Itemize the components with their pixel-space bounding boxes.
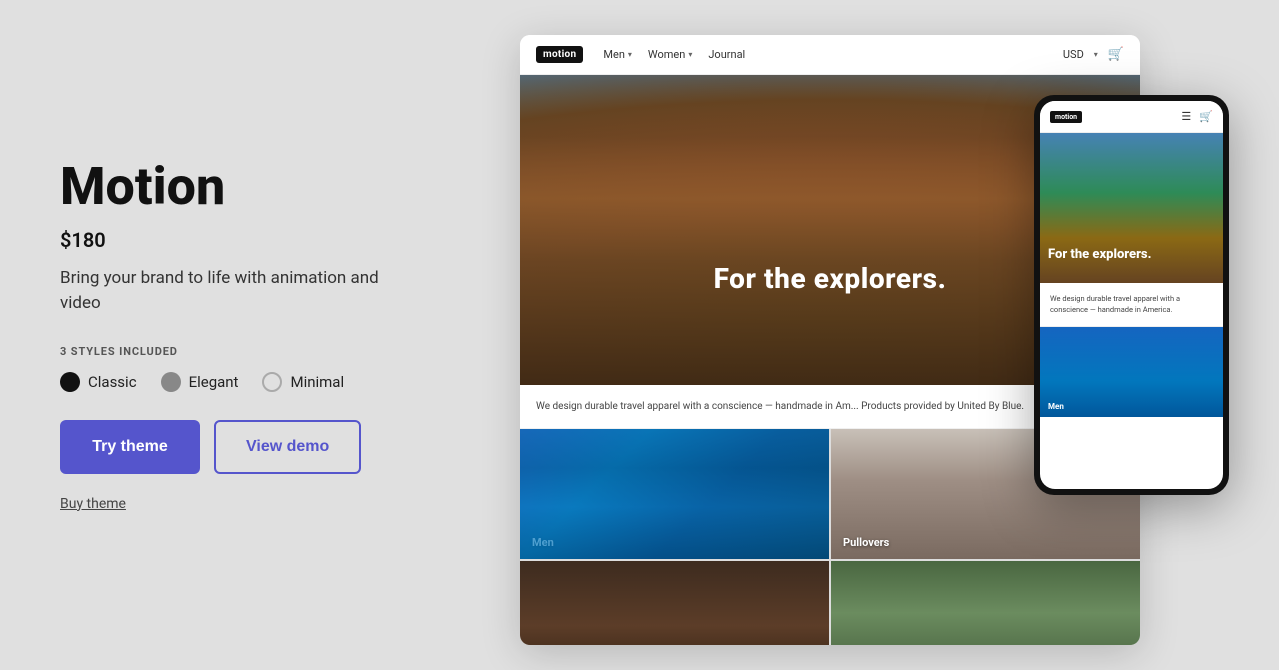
style-radio-minimal	[262, 372, 282, 392]
theme-title: Motion	[60, 158, 480, 215]
grid-item-hiker	[831, 561, 1140, 645]
grid-label-men: Men	[532, 536, 554, 549]
action-buttons: Try theme View demo	[60, 420, 480, 474]
mobile-logo: motion	[1050, 111, 1082, 123]
women-chevron-icon: ▾	[688, 50, 692, 59]
preview-nav-women[interactable]: Women ▾	[648, 48, 692, 61]
theme-price: $180	[60, 228, 480, 252]
style-option-elegant[interactable]: Elegant	[161, 372, 239, 392]
grid-item-surfer: Men	[520, 429, 829, 559]
page-container: Motion $180 Bring your brand to life wit…	[0, 0, 1279, 670]
style-label-minimal: Minimal	[290, 373, 344, 391]
style-label-elegant: Elegant	[189, 373, 239, 391]
style-radio-elegant	[161, 372, 181, 392]
mobile-hero-text: For the explorers.	[1048, 247, 1215, 263]
preview-nav-right: USD ▾ 🛒	[1063, 47, 1124, 62]
styles-label: 3 STYLES INCLUDED	[60, 345, 480, 358]
style-radio-classic	[60, 372, 80, 392]
mobile-grid-image: Men	[1040, 327, 1223, 417]
style-option-classic[interactable]: Classic	[60, 372, 137, 392]
style-options: Classic Elegant Minimal	[60, 372, 480, 392]
theme-description: Bring your brand to life with animation …	[60, 266, 400, 317]
style-label-classic: Classic	[88, 373, 137, 391]
mobile-menu-icon[interactable]: ☰	[1181, 110, 1191, 123]
men-chevron-icon: ▾	[628, 50, 632, 59]
preview-nav-men[interactable]: Men ▾	[603, 48, 632, 61]
mobile-preview: motion ☰ 🛒 For the explorers. We design …	[1034, 95, 1229, 495]
preview-navbar: motion Men ▾ Women ▾ Journal USD	[520, 35, 1140, 75]
try-theme-button[interactable]: Try theme	[60, 420, 200, 474]
preview-logo: motion	[536, 46, 583, 63]
currency-selector[interactable]: USD	[1063, 48, 1084, 61]
buy-theme-link[interactable]: Buy theme	[60, 496, 480, 512]
mobile-screen: motion ☰ 🛒 For the explorers. We design …	[1040, 101, 1223, 489]
mobile-desc: We design durable travel apparel with a …	[1040, 283, 1223, 327]
mobile-hero: For the explorers.	[1040, 133, 1223, 283]
grid-label-pullovers: Pullovers	[843, 536, 889, 549]
left-panel: Motion $180 Bring your brand to life wit…	[60, 158, 480, 511]
style-option-minimal[interactable]: Minimal	[262, 372, 344, 392]
grid-item-cooking	[520, 561, 829, 645]
cart-icon[interactable]: 🛒	[1108, 47, 1124, 62]
mobile-nav-icons: ☰ 🛒	[1181, 110, 1213, 123]
preview-nav-items: Men ▾ Women ▾ Journal	[603, 48, 1043, 61]
right-panel: motion Men ▾ Women ▾ Journal USD	[520, 35, 1219, 635]
mobile-navbar: motion ☰ 🛒	[1040, 101, 1223, 133]
preview-nav-journal[interactable]: Journal	[708, 48, 745, 61]
currency-chevron-icon: ▾	[1094, 50, 1098, 59]
view-demo-button[interactable]: View demo	[214, 420, 361, 474]
mobile-cart-icon[interactable]: 🛒	[1199, 110, 1213, 123]
mobile-grid-label: Men	[1048, 402, 1064, 411]
